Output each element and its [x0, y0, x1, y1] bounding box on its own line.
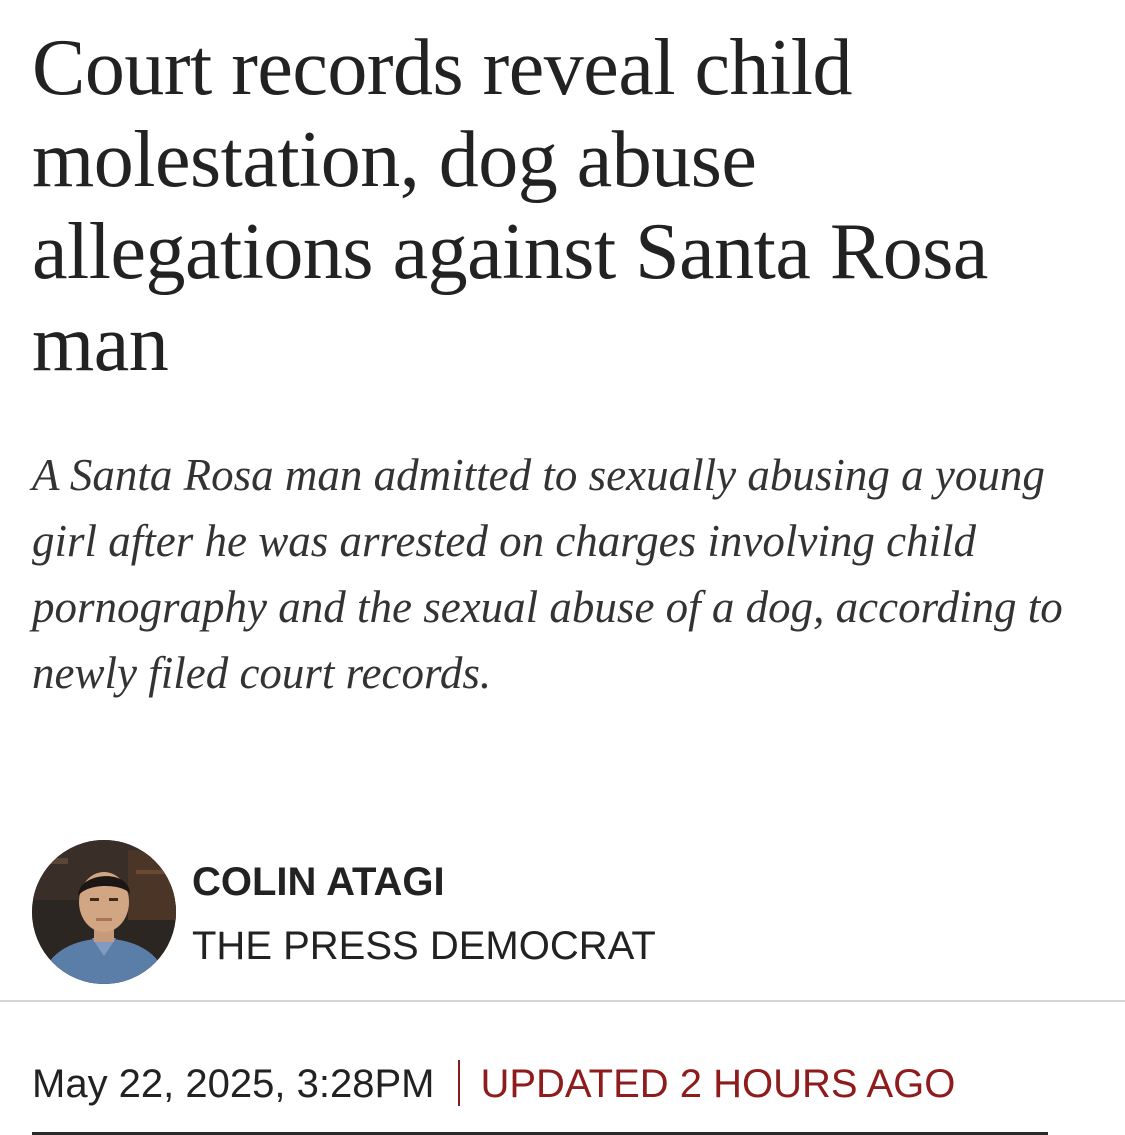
- article: Court records reveal child molestation, …: [0, 0, 1125, 1135]
- author-photo-icon: [32, 840, 176, 984]
- byline: COLIN ATAGI THE PRESS DEMOCRAT: [32, 840, 1092, 986]
- next-line-cutoff: [32, 1128, 1048, 1135]
- publication-name: THE PRESS DEMOCRAT: [192, 924, 656, 968]
- divider: [0, 1000, 1125, 1002]
- dateline: May 22, 2025, 3:28PM UPDATED 2 HOURS AGO: [32, 1058, 955, 1110]
- author-name[interactable]: COLIN ATAGI: [192, 858, 445, 906]
- headline: Court records reveal child molestation, …: [32, 24, 988, 388]
- author-avatar[interactable]: [32, 840, 176, 984]
- dateline-separator: [458, 1060, 461, 1107]
- publish-date: May 22, 2025, 3:28PM: [32, 1062, 435, 1106]
- article-summary: A Santa Rosa man admitted to sexually ab…: [32, 450, 1063, 698]
- updated-label: UPDATED 2 HOURS AGO: [480, 1062, 956, 1106]
